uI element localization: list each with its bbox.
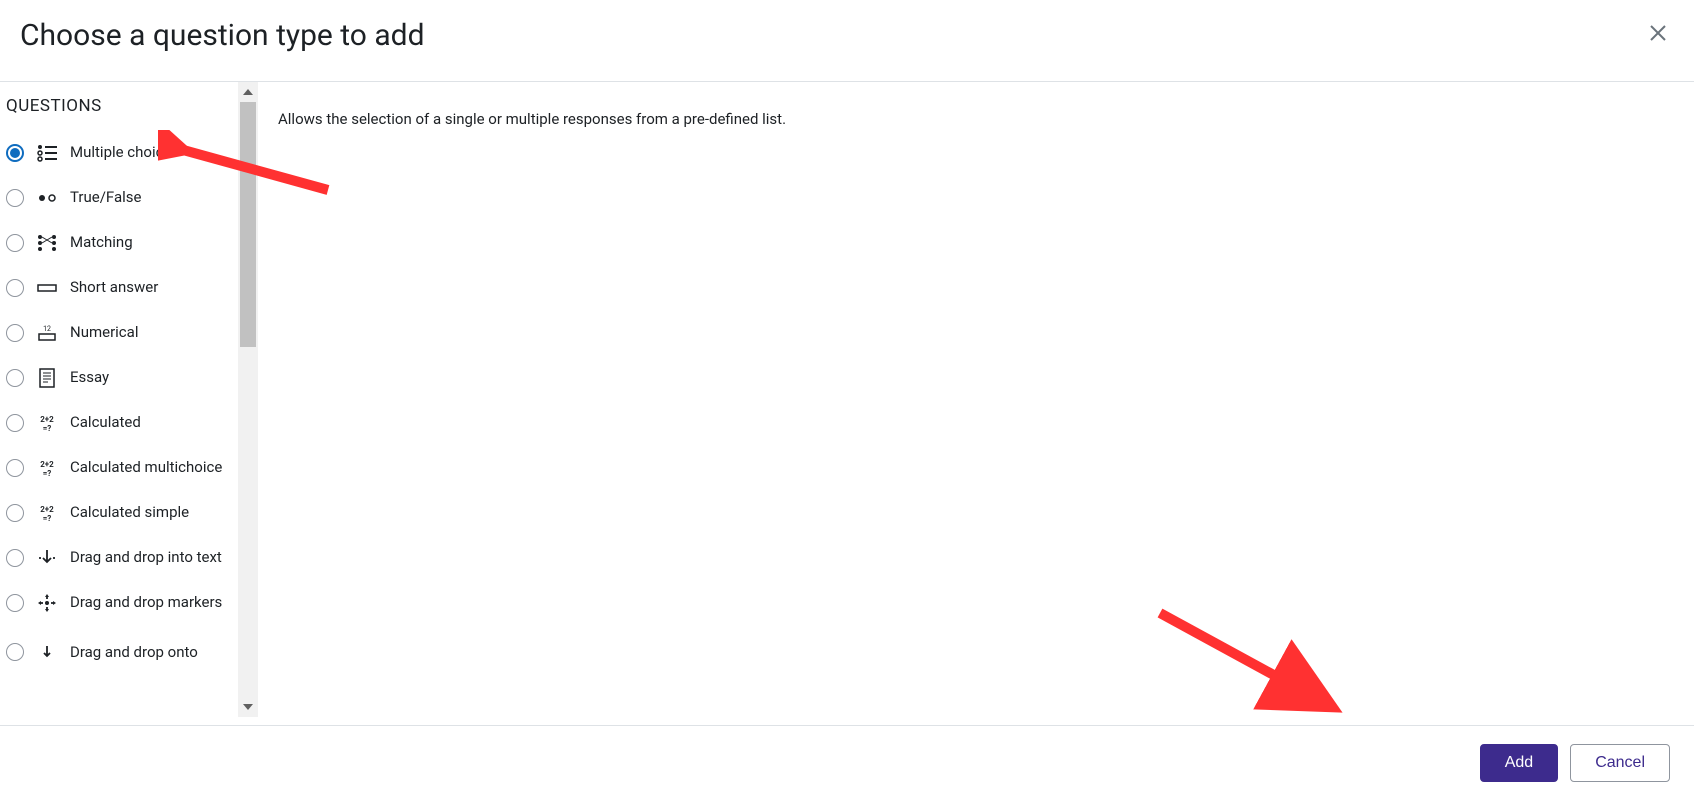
qtype-shortanswer[interactable]: Short answer bbox=[0, 265, 258, 310]
questions-heading: QUESTIONS bbox=[0, 82, 258, 130]
radio-calculatedmulti[interactable] bbox=[6, 459, 24, 477]
cancel-button[interactable]: Cancel bbox=[1570, 744, 1670, 782]
scroll-up-icon[interactable] bbox=[238, 82, 258, 102]
qtype-label: Calculated multichoice bbox=[70, 457, 222, 477]
close-icon bbox=[1650, 20, 1666, 47]
qtype-ddintotext[interactable]: Drag and drop into text bbox=[0, 535, 258, 580]
svg-text:=?: =? bbox=[43, 514, 52, 522]
shortanswer-icon bbox=[36, 277, 58, 299]
multichoice-icon bbox=[36, 142, 58, 164]
qtype-numerical[interactable]: 12 Numerical bbox=[0, 310, 258, 355]
scroll-down-icon[interactable] bbox=[238, 697, 258, 717]
qtype-label: True/False bbox=[70, 187, 141, 207]
dialog-header: Choose a question type to add bbox=[0, 0, 1694, 82]
calculatedmulti-icon: 2+2=? bbox=[36, 457, 58, 479]
qtype-matching[interactable]: Matching bbox=[0, 220, 258, 265]
qtype-label: Calculated bbox=[70, 412, 141, 432]
ddintotext-icon bbox=[36, 547, 58, 569]
svg-text:12: 12 bbox=[43, 325, 51, 333]
radio-ddmarkers[interactable] bbox=[6, 594, 24, 612]
qtype-calculatedsimple[interactable]: 2+2=? Calculated simple bbox=[0, 490, 258, 535]
question-type-panel: QUESTIONS Multiple choice True/False bbox=[0, 82, 258, 717]
description-panel: Allows the selection of a single or mult… bbox=[258, 82, 1694, 717]
ddontoimage-icon bbox=[36, 641, 58, 663]
question-type-description: Allows the selection of a single or mult… bbox=[278, 110, 786, 128]
svg-text:2+2: 2+2 bbox=[40, 460, 54, 469]
qtype-calculatedmulti[interactable]: 2+2=? Calculated multichoice bbox=[0, 445, 258, 490]
qtype-multichoice[interactable]: Multiple choice bbox=[0, 130, 258, 175]
truefalse-icon bbox=[36, 187, 58, 209]
radio-ddintotext[interactable] bbox=[6, 549, 24, 567]
qtype-label: Short answer bbox=[70, 277, 158, 297]
svg-text:=?: =? bbox=[43, 469, 52, 477]
svg-text:=?: =? bbox=[43, 424, 52, 432]
qtype-ddmarkers[interactable]: Drag and drop markers bbox=[0, 580, 258, 625]
question-type-list: Multiple choice True/False Matching bbox=[0, 130, 258, 670]
radio-calculated[interactable] bbox=[6, 414, 24, 432]
qtype-calculated[interactable]: 2+2=? Calculated bbox=[0, 400, 258, 445]
radio-shortanswer[interactable] bbox=[6, 279, 24, 297]
calculatedsimple-icon: 2+2=? bbox=[36, 502, 58, 524]
essay-icon bbox=[36, 367, 58, 389]
qtype-label: Drag and drop markers bbox=[70, 592, 222, 612]
radio-truefalse[interactable] bbox=[6, 189, 24, 207]
dialog-title: Choose a question type to add bbox=[20, 18, 425, 53]
calculated-icon: 2+2=? bbox=[36, 412, 58, 434]
radio-multichoice[interactable] bbox=[6, 144, 24, 162]
scroll-thumb[interactable] bbox=[240, 102, 256, 347]
qtype-ddontoimage[interactable]: Drag and drop onto bbox=[0, 625, 258, 670]
svg-text:2+2: 2+2 bbox=[40, 415, 54, 424]
radio-ddontoimage[interactable] bbox=[6, 643, 24, 661]
scrollbar[interactable] bbox=[238, 82, 258, 717]
qtype-label: Multiple choice bbox=[70, 142, 171, 162]
radio-numerical[interactable] bbox=[6, 324, 24, 342]
numerical-icon: 12 bbox=[36, 322, 58, 344]
close-button[interactable] bbox=[1650, 20, 1666, 48]
qtype-label: Drag and drop onto bbox=[70, 642, 198, 662]
radio-essay[interactable] bbox=[6, 369, 24, 387]
scroll-track[interactable] bbox=[238, 102, 258, 697]
radio-calculatedsimple[interactable] bbox=[6, 504, 24, 522]
qtype-label: Matching bbox=[70, 232, 133, 252]
matching-icon bbox=[36, 232, 58, 254]
qtype-label: Calculated simple bbox=[70, 502, 189, 522]
radio-matching[interactable] bbox=[6, 234, 24, 252]
ddmarkers-icon bbox=[36, 592, 58, 614]
qtype-label: Numerical bbox=[70, 322, 138, 342]
qtype-label: Drag and drop into text bbox=[70, 547, 222, 567]
qtype-truefalse[interactable]: True/False bbox=[0, 175, 258, 220]
svg-text:2+2: 2+2 bbox=[40, 505, 54, 514]
qtype-essay[interactable]: Essay bbox=[0, 355, 258, 400]
dialog-footer: Add Cancel bbox=[0, 725, 1694, 799]
qtype-label: Essay bbox=[70, 367, 109, 387]
dialog-body: QUESTIONS Multiple choice True/False bbox=[0, 82, 1694, 717]
add-button[interactable]: Add bbox=[1480, 744, 1558, 782]
